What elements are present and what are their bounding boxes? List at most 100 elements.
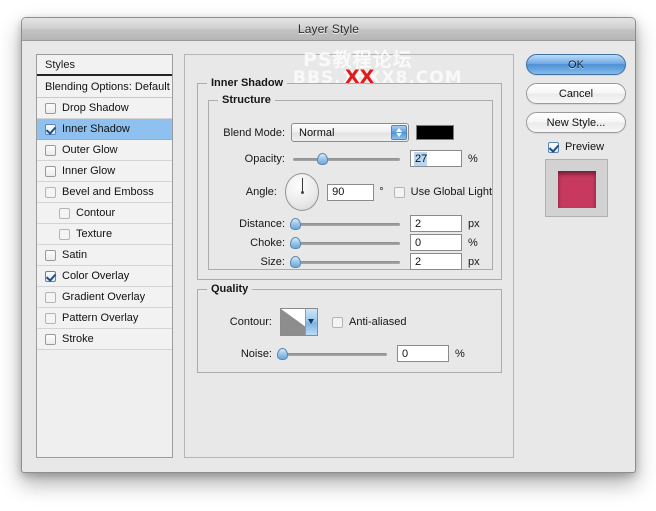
style-item-label: Contour	[76, 207, 115, 219]
checkbox-satin[interactable]	[45, 250, 56, 261]
dialog-body: Styles Blending Options: Default Drop Sh…	[22, 41, 635, 474]
style-item-inner-glow[interactable]: Inner Glow	[37, 161, 172, 182]
slider-knob[interactable]	[290, 218, 301, 230]
distance-label: Distance:	[209, 218, 285, 230]
checkbox-color-overlay[interactable]	[45, 271, 56, 282]
distance-slider[interactable]	[293, 217, 400, 231]
opacity-input[interactable]: 27	[410, 150, 462, 167]
size-input[interactable]: 2	[410, 253, 462, 270]
checkbox-inner-shadow[interactable]	[45, 124, 56, 135]
contour-preset-picker[interactable]	[280, 308, 318, 336]
slider-knob[interactable]	[290, 256, 301, 268]
dialog-title: Layer Style	[298, 22, 359, 36]
style-item-label: Inner Shadow	[62, 123, 130, 135]
opacity-slider[interactable]	[293, 152, 400, 166]
blending-options-row[interactable]: Blending Options: Default	[37, 76, 172, 98]
opacity-label: Opacity:	[209, 153, 285, 165]
checkbox-bevel-and-emboss[interactable]	[45, 187, 56, 198]
shadow-color-swatch[interactable]	[416, 125, 454, 140]
choke-label: Choke:	[209, 237, 285, 249]
dialog-titlebar[interactable]: Layer Style	[22, 18, 635, 41]
slider-knob[interactable]	[290, 237, 301, 249]
styles-panel: Styles Blending Options: Default Drop Sh…	[36, 54, 173, 458]
preview-label: Preview	[565, 141, 604, 153]
cancel-button[interactable]: Cancel	[526, 83, 626, 104]
choke-input[interactable]: 0	[410, 234, 462, 251]
style-item-label: Pattern Overlay	[62, 312, 138, 324]
noise-slider[interactable]	[280, 347, 387, 361]
checkbox-pattern-overlay[interactable]	[45, 313, 56, 324]
style-item-gradient-overlay[interactable]: Gradient Overlay	[37, 287, 172, 308]
structure-group-title: Structure	[218, 94, 275, 106]
layer-style-dialog: Layer Style Styles Blending Options: Def…	[21, 17, 636, 473]
quality-group-title: Quality	[207, 283, 252, 295]
slider-knob[interactable]	[317, 153, 328, 165]
size-value: 2	[415, 256, 421, 268]
style-item-bevel-and-emboss[interactable]: Bevel and Emboss	[37, 182, 172, 203]
style-item-label: Inner Glow	[62, 165, 115, 177]
style-item-inner-shadow[interactable]: Inner Shadow	[37, 119, 172, 140]
preview-thumbnail	[545, 159, 608, 217]
preview-control[interactable]: Preview	[526, 141, 626, 153]
noise-value: 0	[402, 348, 408, 360]
slider-track	[293, 261, 400, 264]
preview-color-chip	[558, 171, 596, 208]
angle-row: Angle: 90 ° Use Global Light	[209, 173, 492, 211]
slider-knob[interactable]	[277, 348, 288, 360]
style-item-contour[interactable]: Contour	[37, 203, 172, 224]
checkbox-preview[interactable]	[548, 142, 559, 153]
use-global-light-control[interactable]: Use Global Light	[394, 186, 492, 198]
checkbox-anti-aliased[interactable]	[332, 317, 343, 328]
slider-track	[280, 353, 387, 356]
checkbox-use-global-light[interactable]	[394, 187, 405, 198]
style-item-color-overlay[interactable]: Color Overlay	[37, 266, 172, 287]
slider-track	[293, 223, 400, 226]
style-item-label: Satin	[62, 249, 87, 261]
distance-input[interactable]: 2	[410, 215, 462, 232]
blend-mode-select[interactable]: Normal	[291, 123, 409, 142]
chevron-down-icon[interactable]	[305, 309, 317, 335]
checkbox-inner-glow[interactable]	[45, 166, 56, 177]
anti-aliased-control[interactable]: Anti-aliased	[332, 316, 406, 328]
noise-row: Noise: 0 %	[198, 345, 501, 362]
opacity-unit: %	[468, 153, 478, 165]
style-item-stroke[interactable]: Stroke	[37, 329, 172, 350]
slider-track	[293, 242, 400, 245]
structure-group: Structure Blend Mode: Normal	[208, 100, 493, 270]
style-item-label: Bevel and Emboss	[62, 186, 154, 198]
angle-value: 90	[332, 186, 344, 198]
angle-dial[interactable]	[285, 173, 319, 211]
checkbox-texture[interactable]	[59, 229, 70, 240]
chevron-updown-icon[interactable]	[391, 125, 407, 140]
checkbox-drop-shadow[interactable]	[45, 103, 56, 114]
ok-button[interactable]: OK	[526, 54, 626, 75]
style-item-label: Color Overlay	[62, 270, 129, 282]
checkbox-contour[interactable]	[59, 208, 70, 219]
angle-unit: °	[379, 186, 383, 198]
choke-slider[interactable]	[293, 236, 400, 250]
checkbox-gradient-overlay[interactable]	[45, 292, 56, 303]
new-style-button[interactable]: New Style...	[526, 112, 626, 133]
noise-unit: %	[455, 348, 465, 360]
checkbox-stroke[interactable]	[45, 334, 56, 345]
quality-group: Quality Contour: Anti-aliased	[197, 289, 502, 373]
style-item-outer-glow[interactable]: Outer Glow	[37, 140, 172, 161]
noise-input[interactable]: 0	[397, 345, 449, 362]
dialog-actions: OK Cancel New Style... Preview	[526, 54, 626, 217]
blend-mode-value: Normal	[292, 127, 334, 139]
settings-pane: Inner Shadow Structure Blend Mode: Norma…	[184, 54, 514, 458]
contour-label: Contour:	[198, 316, 272, 328]
watermark-line-1: PS教程论坛	[303, 45, 413, 72]
angle-input[interactable]: 90	[327, 184, 374, 201]
checkbox-outer-glow[interactable]	[45, 145, 56, 156]
anti-aliased-label: Anti-aliased	[349, 316, 406, 328]
style-item-texture[interactable]: Texture	[37, 224, 172, 245]
style-item-label: Texture	[76, 228, 112, 240]
style-item-satin[interactable]: Satin	[37, 245, 172, 266]
size-label: Size:	[209, 256, 285, 268]
style-item-pattern-overlay[interactable]: Pattern Overlay	[37, 308, 172, 329]
style-item-label: Gradient Overlay	[62, 291, 145, 303]
size-slider[interactable]	[293, 255, 400, 269]
style-item-drop-shadow[interactable]: Drop Shadow	[37, 98, 172, 119]
contour-row: Contour: Anti-aliased	[198, 308, 501, 336]
